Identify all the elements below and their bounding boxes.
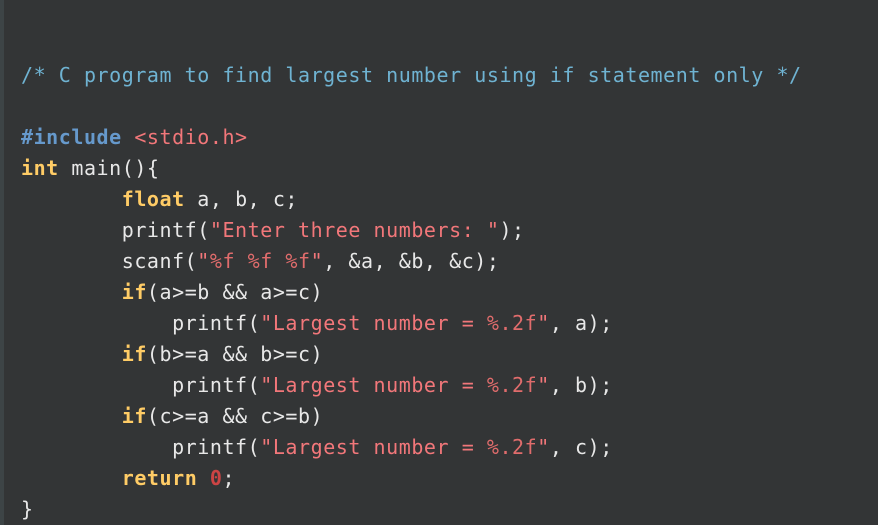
- code-token-plain: , a);: [549, 311, 613, 335]
- code-token-string: ": [197, 249, 210, 273]
- code-token-string: "Largest number =: [260, 435, 487, 459]
- code-line: #include <stdio.h>: [21, 122, 878, 153]
- code-token-string: "Enter three numbers: ": [209, 218, 500, 242]
- code-token-fmt: %.2f: [486, 373, 538, 397]
- code-line: if(c>=a && c>=b): [21, 401, 878, 432]
- code-line: return 0;: [21, 463, 878, 494]
- code-token-plain: (a>=b && a>=c): [146, 280, 324, 304]
- code-line: /* C program to find largest number usin…: [21, 60, 878, 91]
- code-token-plain: );: [499, 218, 525, 242]
- code-token-plain: ;: [222, 466, 236, 490]
- code-token-plain: , &a, &b, &c);: [323, 249, 500, 273]
- code-token-keyword: if: [121, 404, 147, 428]
- source-code-block[interactable]: /* C program to find largest number usin…: [21, 60, 878, 521]
- code-token-plain: printf(: [21, 435, 261, 459]
- code-token-plain: a, b, c;: [184, 187, 299, 211]
- code-token-header: <stdio.h>: [134, 125, 248, 149]
- code-token-string: ": [537, 311, 550, 335]
- code-token-string: ": [537, 373, 550, 397]
- code-line: printf("Largest number = %.2f", a);: [21, 308, 878, 339]
- code-token-fmt: %.2f: [486, 435, 538, 459]
- code-token-fmt: %f %f %f: [209, 249, 311, 273]
- code-token-plain: (c>=a && c>=b): [146, 404, 324, 428]
- code-token-keyword: float: [121, 187, 185, 211]
- code-line: scanf("%f %f %f", &a, &b, &c);: [21, 246, 878, 277]
- code-token-string: "Largest number =: [260, 311, 487, 335]
- code-token-plain: printf(: [21, 373, 261, 397]
- code-token-plain: , b);: [549, 373, 613, 397]
- code-line: float a, b, c;: [21, 184, 878, 215]
- code-token-keyword: if: [121, 280, 147, 304]
- code-line: printf("Largest number = %.2f", c);: [21, 432, 878, 463]
- code-token-string: ": [537, 435, 550, 459]
- code-line: if(b>=a && b>=c): [21, 339, 878, 370]
- code-token-string: "Largest number =: [260, 373, 487, 397]
- code-line: ​: [21, 91, 878, 122]
- code-token-number: 0: [209, 466, 223, 490]
- code-token-plain: , c);: [549, 435, 613, 459]
- code-token-plain: }: [21, 497, 34, 521]
- code-token-plain: main(){: [58, 156, 160, 180]
- code-line: printf("Enter three numbers: ");: [21, 215, 878, 246]
- code-line: int main(){: [21, 153, 878, 184]
- code-token-comment: /* C program to find largest number usin…: [21, 63, 802, 87]
- code-token-plain: printf(: [21, 311, 261, 335]
- code-line: }: [21, 494, 878, 525]
- code-token-plain: printf(: [21, 218, 210, 242]
- code-token-keyword: int: [21, 156, 59, 180]
- code-token-preproc: #include: [21, 125, 122, 149]
- code-token-keyword: if: [121, 342, 147, 366]
- code-listing-screenshot: /* C program to find largest number usin…: [0, 0, 878, 525]
- code-token-keyword: return: [121, 466, 198, 490]
- code-token-plain: scanf(: [21, 249, 198, 273]
- code-token-fmt: %.2f: [486, 311, 538, 335]
- left-gutter-strip: [0, 0, 4, 525]
- code-line: printf("Largest number = %.2f", b);: [21, 370, 878, 401]
- code-line: if(a>=b && a>=c): [21, 277, 878, 308]
- code-token-plain: (b>=a && b>=c): [146, 342, 324, 366]
- code-token-string: ": [310, 249, 324, 273]
